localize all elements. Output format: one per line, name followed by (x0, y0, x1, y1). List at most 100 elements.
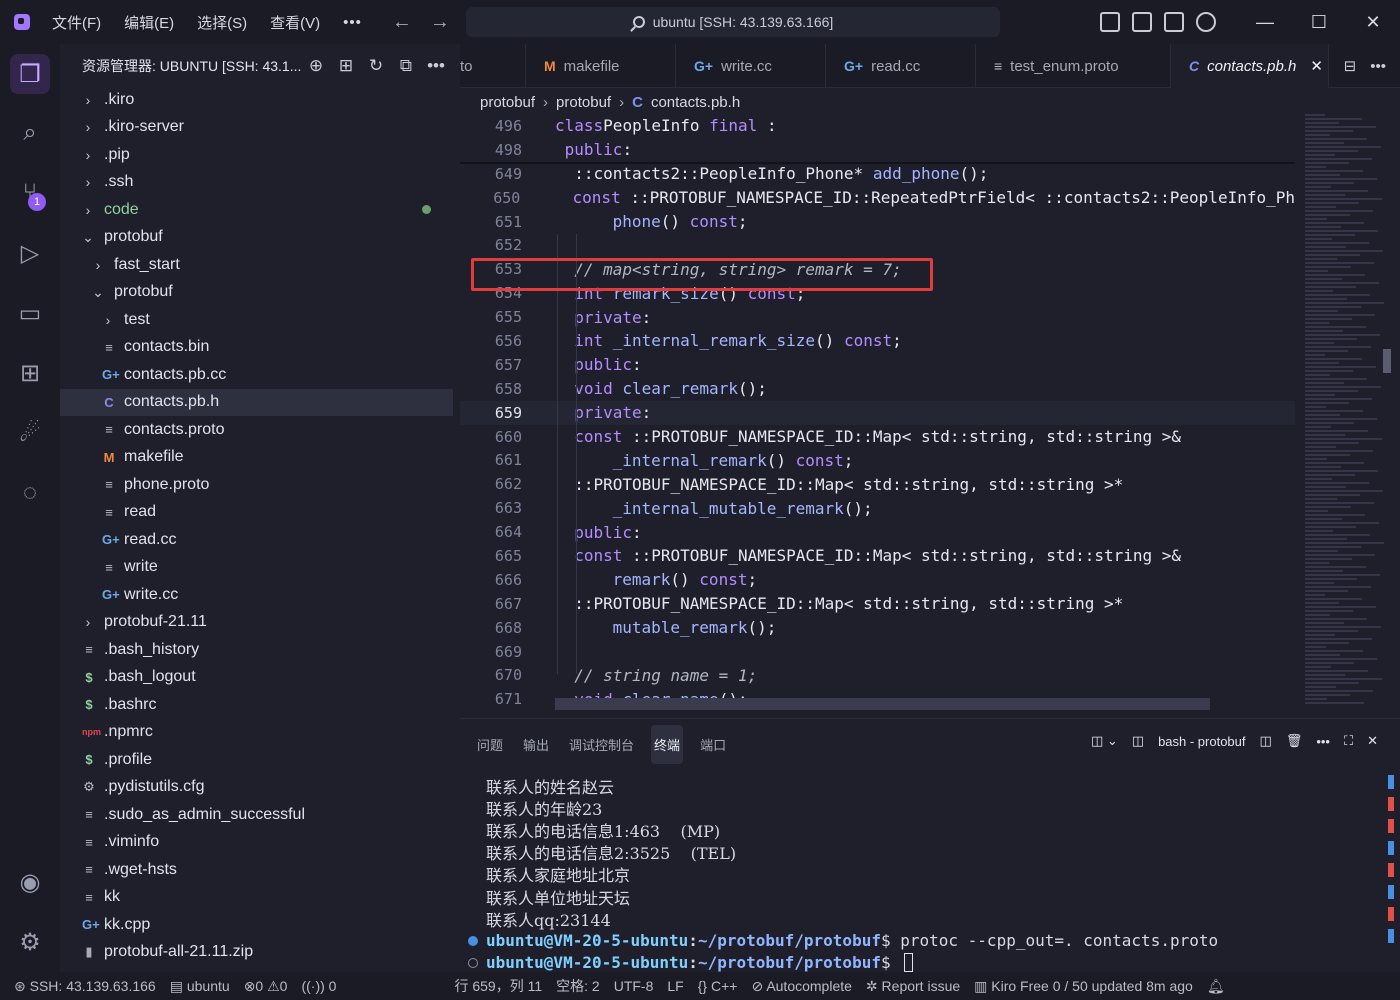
sidebar-scrollbar[interactable] (453, 88, 460, 972)
editor-tab[interactable]: Mmakefile (526, 44, 676, 88)
menu-edit[interactable]: 编辑(E) (124, 12, 174, 33)
maximize-panel-icon[interactable]: ⛶ (1344, 733, 1353, 749)
line-ending[interactable]: LF (667, 978, 683, 994)
split-editor-icon[interactable]: ⊟ (1344, 57, 1357, 75)
breadcrumb-file[interactable]: contacts.pb.h (651, 94, 740, 111)
editor-more-icon[interactable]: ••• (1370, 58, 1386, 75)
forward-arrow-icon[interactable]: → (430, 11, 450, 34)
tree-folder[interactable]: › .ssh (60, 169, 453, 197)
tree-file[interactable]: $ .bash_logout (60, 664, 453, 692)
tree-folder[interactable]: › .pip (60, 141, 453, 169)
ghost-icon[interactable]: ◌ (10, 473, 50, 513)
extensions-icon[interactable]: ⊞ (10, 353, 50, 393)
tree-folder[interactable]: › code (60, 196, 453, 224)
collapse-all-icon[interactable]: ⧉ (396, 56, 416, 76)
close-tab-icon[interactable]: ✕ (1310, 57, 1323, 75)
search-icon[interactable]: ⌕ (10, 113, 50, 153)
editor-tab[interactable]: G+ write.cc (676, 44, 826, 88)
explorer-icon[interactable]: ❐ (10, 54, 50, 94)
trash-icon[interactable]: 🗑 (1286, 733, 1303, 749)
tree-file[interactable]: ≡ contacts.proto (60, 416, 453, 444)
tree-file[interactable]: ≡ kk (60, 884, 453, 912)
tree-folder[interactable]: › fast_start (60, 251, 453, 279)
panel-tab[interactable]: 终端 (651, 724, 684, 764)
panel-more-icon[interactable]: ••• (1316, 734, 1330, 749)
tree-file[interactable]: $ .bashrc (60, 691, 453, 719)
tree-file[interactable]: ≡ read (60, 499, 453, 527)
customize-layout-icon[interactable] (1100, 12, 1120, 32)
terminal-name[interactable]: bash - protobuf (1158, 734, 1245, 749)
panel-tab[interactable]: 端口 (697, 725, 729, 764)
minimap-scrollbar-thumb[interactable] (1383, 349, 1391, 373)
terminal[interactable]: 联系人的姓名赵云 联系人的年龄23 联系人的电话信息1:463 (MP) 联系人的电话… (468, 775, 1366, 974)
panel-tab[interactable]: 调试控制台 (566, 725, 637, 764)
tree-folder[interactable]: › test (60, 306, 453, 334)
language-mode[interactable]: {} C++ (698, 978, 738, 994)
maximize-button[interactable]: ☐ (1292, 0, 1346, 44)
tree-folder[interactable]: ⌄ protobuf (60, 224, 453, 252)
tree-file[interactable]: ≡ contacts.bin (60, 334, 453, 362)
tree-folder[interactable]: › .kiro-server (60, 114, 453, 142)
menu-file[interactable]: 文件(F) (52, 12, 101, 33)
tree-file[interactable]: ≡ phone.proto (60, 471, 453, 499)
breadcrumb-folder-2[interactable]: protobuf (556, 94, 611, 111)
tree-file[interactable]: Mmakefile (60, 444, 453, 472)
run-debug-icon[interactable]: ▷ (10, 233, 50, 273)
toggle-panel-icon[interactable] (1164, 12, 1184, 32)
kiro-usage[interactable]: ▥ Kiro Free 0 / 50 updated 8m ago (974, 978, 1193, 995)
remote-explorer-icon[interactable]: ▭ (10, 293, 50, 333)
panel-tab[interactable]: 问题 (474, 725, 506, 764)
report-issue[interactable]: ✲ Report issue (866, 978, 960, 995)
tree-file[interactable]: ≡ .viminfo (60, 829, 453, 857)
tree-file[interactable]: $ .profile (60, 746, 453, 774)
toggle-sidebar-icon[interactable] (1132, 12, 1152, 32)
account-icon[interactable]: ◉ (10, 862, 50, 902)
tree-file[interactable]: G+ read.cc (60, 526, 453, 554)
tree-folder[interactable]: ⌄ protobuf (60, 279, 453, 307)
kiro-icon[interactable]: ☄ (10, 413, 50, 453)
autocomplete-status[interactable]: ⊘ Autocomplete (751, 978, 851, 995)
tree-file[interactable]: ⚙ .pydistutils.cfg (60, 774, 453, 802)
horizontal-scrollbar[interactable] (555, 698, 1210, 710)
menu-view[interactable]: 查看(V) (270, 12, 320, 33)
tree-file[interactable]: ▮ protobuf-all-21.11.zip (60, 939, 453, 967)
breadcrumb-folder-1[interactable]: protobuf (480, 94, 535, 111)
code-editor[interactable]: 496 classPeopleInfo final :498 public: 649… (460, 114, 1295, 714)
tree-file[interactable]: ≡ .sudo_as_admin_successful (60, 801, 453, 829)
source-control-icon[interactable]: ⑂ 1 (10, 173, 50, 213)
editor-tab[interactable]: G+ read.cc (826, 44, 976, 88)
tree-file[interactable]: G+ contacts.pb.cc (60, 361, 453, 389)
indentation[interactable]: 空格: 2 (556, 976, 600, 996)
tree-file[interactable]: Ccontacts.pb.h (60, 388, 453, 416)
editor-tab[interactable]: Ccontacts.pb.h ✕ (1171, 44, 1329, 88)
minimap[interactable] (1305, 114, 1385, 712)
refresh-icon[interactable]: ↻ (366, 56, 386, 76)
tree-file[interactable]: ≡ write (60, 554, 453, 582)
panel-tab[interactable]: 输出 (520, 725, 552, 764)
ports-indicator[interactable]: ((·)) 0 (301, 978, 336, 994)
editor-tab[interactable]: to (460, 44, 526, 88)
tree-file[interactable]: ≡ .bash_history (60, 636, 453, 664)
close-window-button[interactable]: ✕ (1346, 0, 1400, 44)
command-center-search[interactable]: ubuntu [SSH: 43.139.63.166] (466, 7, 1000, 37)
back-arrow-icon[interactable]: ← (392, 11, 412, 34)
menu-selection[interactable]: 选择(S) (197, 12, 247, 33)
tree-file[interactable]: npm .npmrc (60, 719, 453, 747)
notifications-icon[interactable]: 🔔︎ (1207, 978, 1225, 995)
tree-file[interactable]: G+ kk.cpp (60, 911, 453, 939)
problems-indicator[interactable]: ⊗0 ⚠0 (244, 978, 288, 995)
encoding[interactable]: UTF-8 (614, 978, 654, 994)
cursor-position[interactable]: 行 659，列 11 (454, 976, 542, 996)
settings-gear-icon[interactable]: ⚙ (10, 922, 50, 962)
editor-tab[interactable]: ≡ test_enum.proto (976, 44, 1171, 88)
minimize-button[interactable]: — (1238, 0, 1292, 44)
new-folder-icon[interactable]: ⊞ (336, 56, 356, 76)
close-panel-icon[interactable]: ✕ (1367, 733, 1378, 749)
split-terminal-icon[interactable]: ◫ (1260, 733, 1272, 749)
new-file-icon[interactable]: ⊕ (306, 56, 326, 76)
menu-more-icon[interactable]: ••• (343, 14, 362, 31)
tree-file[interactable]: G+ write.cc (60, 581, 453, 609)
tree-folder[interactable]: › protobuf-21.11 (60, 609, 453, 637)
chat-icon[interactable] (1196, 12, 1216, 32)
workspace-indicator[interactable]: ▤ ubuntu (170, 978, 230, 995)
